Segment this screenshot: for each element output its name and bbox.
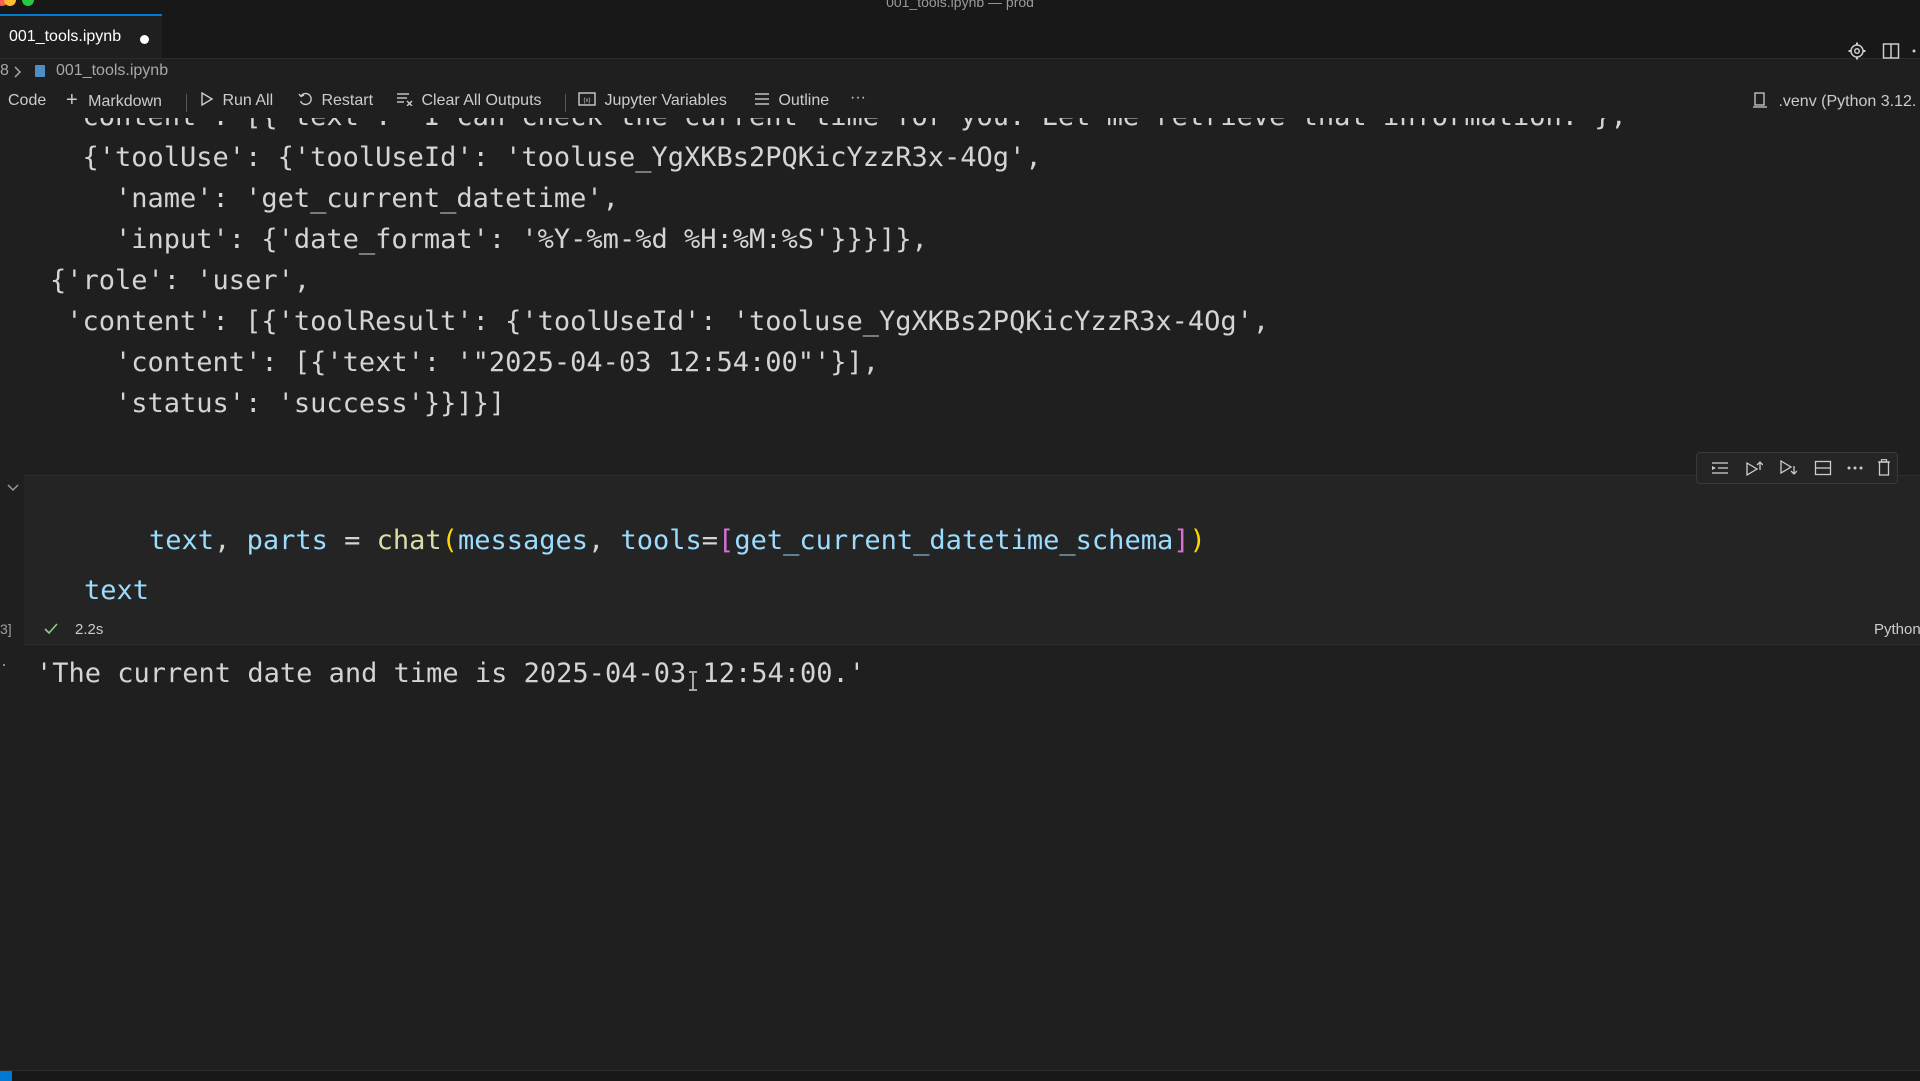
token-paren: ( (441, 525, 458, 556)
clear-all-outputs-label: Clear All Outputs (421, 92, 542, 109)
output-line: {'toolUse': {'toolUseId': 'tooluse_YgXKB… (50, 142, 1042, 173)
restart-label: Restart (321, 92, 374, 109)
run-all-button[interactable]: Run All (200, 91, 274, 110)
token-operator: = (327, 525, 377, 556)
status-bar (0, 1070, 1920, 1081)
token-variable: parts (246, 525, 328, 556)
add-markdown-cell-button[interactable]: + Markdown (66, 89, 162, 111)
output-line: 'content': [{'text': '"2025-04-03 12:54:… (50, 347, 880, 378)
toolbar-separator (565, 94, 566, 112)
notebook-toolbar: Code + Markdown Run All Restart Clear Al… (0, 88, 1920, 118)
editor-tab[interactable]: 001_tools.ipynb (0, 14, 162, 58)
text-cursor-icon (689, 671, 697, 691)
token-variable: messages (457, 525, 588, 556)
token-variable: tools (620, 525, 702, 556)
success-check-icon (44, 623, 58, 635)
notebook-file-icon (35, 65, 45, 77)
code-cell[interactable]: text, parts = chat(messages, tools=[get_… (24, 475, 1920, 645)
run-all-label: Run All (222, 92, 274, 109)
output-line: {'role': 'user', (50, 265, 311, 296)
jupyter-variables-button[interactable]: {x} Jupyter Variables (578, 92, 727, 110)
outline-label: Outline (778, 92, 830, 109)
breadcrumb-file[interactable]: 001_tools.ipynb (56, 62, 168, 80)
add-code-cell-button[interactable]: Code (8, 92, 46, 110)
editor-tab-bar: 001_tools.ipynb (0, 14, 1920, 60)
list-icon (755, 93, 769, 105)
code-line-2[interactable]: text (84, 575, 149, 606)
settings-gear-icon[interactable] (1848, 42, 1866, 60)
kernel-picker[interactable]: .venv (Python 3.12. (1752, 92, 1916, 111)
token-bracket: [ (718, 525, 735, 556)
code-line-1[interactable]: text, parts = chat(messages, tools=[get_… (84, 494, 1206, 587)
kernel-label: .venv (Python 3.12. (1778, 93, 1917, 110)
markdown-label: Markdown (88, 93, 162, 110)
breadcrumb-prefix[interactable]: 8 (0, 62, 9, 80)
run-by-line-icon[interactable] (1711, 460, 1729, 476)
outline-button[interactable]: Outline (754, 92, 829, 110)
more-actions-icon[interactable] (1910, 48, 1920, 54)
toolbar-more-button[interactable]: ··· (850, 89, 866, 107)
cell-toolbar (1696, 452, 1898, 484)
token-bracket: ] (1173, 525, 1190, 556)
chevron-right-icon (14, 66, 22, 78)
token-variable: text (149, 525, 215, 556)
execute-below-icon[interactable] (1779, 460, 1797, 476)
token-punct: , (214, 525, 247, 556)
title-bar: 001_tools.ipynb — prod (0, 0, 1920, 14)
output-collapse-dot[interactable] (3, 664, 5, 666)
play-icon (201, 91, 214, 107)
unsaved-indicator-icon[interactable] (140, 35, 149, 44)
delete-cell-trash-icon[interactable] (1877, 459, 1891, 476)
variables-icon: {x} (578, 92, 596, 106)
tab-label: 001_tools.ipynb (9, 28, 122, 45)
token-variable: get_current_datetime_schema (734, 525, 1174, 556)
output-line: 'name': 'get_current_datetime', (50, 183, 619, 214)
cell-collapse-chevron-icon[interactable] (7, 484, 19, 492)
clear-all-outputs-button[interactable]: Clear All Outputs (396, 92, 542, 110)
output-line: 'input': {'date_format': '%Y-%m-%d %H:%M… (50, 224, 928, 255)
svg-text:{x}: {x} (583, 98, 590, 104)
split-cell-icon[interactable] (1814, 460, 1832, 476)
execution-time: 2.2s (75, 621, 104, 638)
window-title: 001_tools.ipynb — prod (886, 0, 1034, 10)
kernel-icon (1753, 92, 1767, 108)
restart-icon (298, 92, 312, 106)
output-line: 'content': [{'toolResult': {'toolUseId':… (50, 306, 1270, 337)
toolbar-separator (186, 94, 187, 112)
output-line: 'content': [{'text': 'I can check the cu… (50, 118, 1627, 132)
previous-cell-output: 'content': [{'text': 'I can check the cu… (0, 118, 1920, 468)
split-editor-icon[interactable] (1882, 42, 1900, 60)
restart-button[interactable]: Restart (298, 92, 373, 110)
clear-outputs-icon (397, 93, 413, 107)
token-paren: ) (1189, 525, 1206, 556)
token-punct: , (587, 525, 621, 556)
cell-more-icon[interactable] (1847, 466, 1863, 470)
output-line: 'status': 'success'}}]}] (50, 388, 506, 419)
cell-output-text: 'The current date and time is 2025-04-03… (36, 658, 866, 689)
jupyter-variables-label: Jupyter Variables (604, 92, 727, 109)
token-operator: = (701, 525, 719, 556)
token-function: chat (376, 525, 442, 556)
execute-above-icon[interactable] (1745, 460, 1763, 476)
execution-count: 3] (0, 621, 12, 637)
cell-language-label[interactable]: Python (1874, 621, 1920, 638)
plus-icon: + (66, 89, 78, 111)
